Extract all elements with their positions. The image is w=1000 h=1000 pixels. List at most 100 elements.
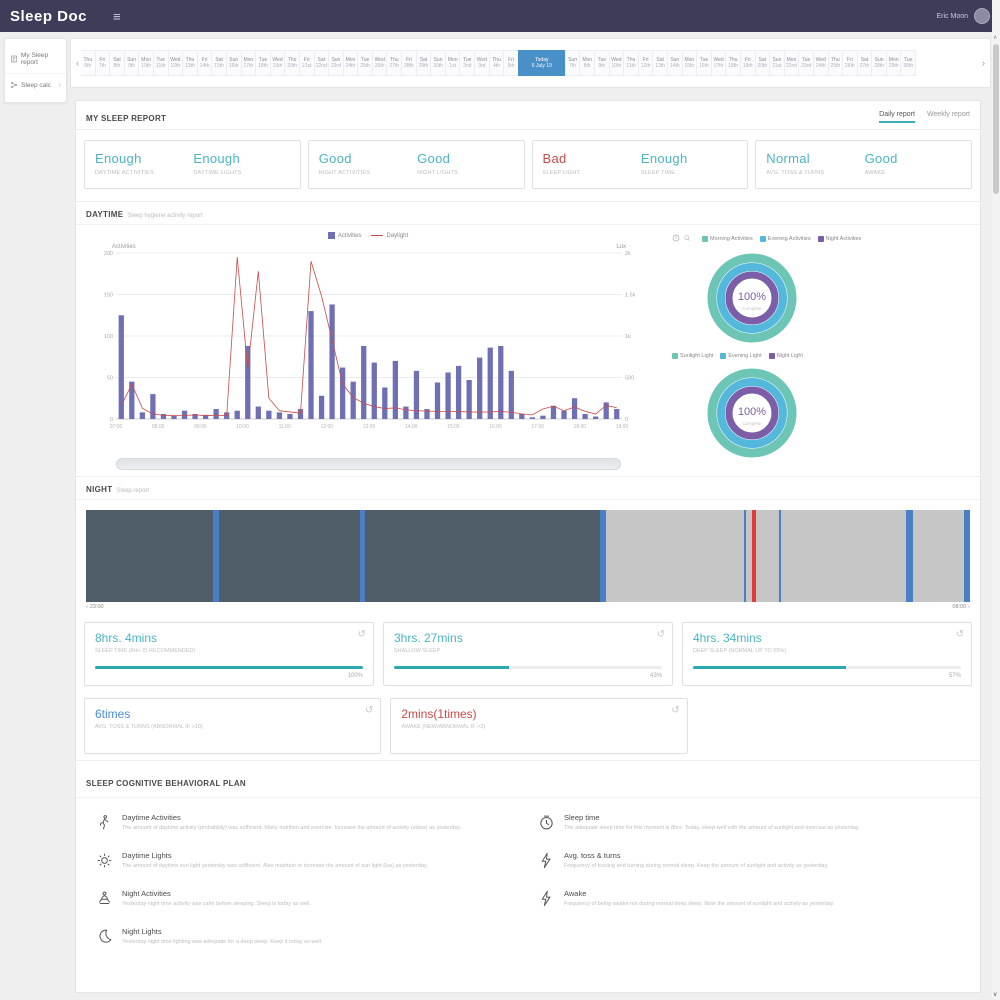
chevron-right-icon[interactable]: › [59,82,61,89]
date-cell[interactable]: Fri5th [503,50,519,76]
tab-weekly-report[interactable]: Weekly report [927,111,970,123]
date-cell[interactable]: Mon29th [886,50,902,76]
date-num: 24th [346,63,356,69]
date-cell[interactable]: Tue2nd [459,50,475,76]
date-cell[interactable]: Sat13th [652,50,668,76]
date-cell[interactable]: Mon1st [445,50,461,76]
legend-swatch-icon [702,236,708,242]
date-cell[interactable]: Fri14th [197,50,213,76]
plan-item-desc: Frequency of tossing and turning during … [564,863,828,870]
date-cell[interactable]: Sun30th [430,50,446,76]
plan-column-right: Sleep timeThe adequate sleep time for th… [528,804,970,956]
date-cell[interactable]: Thu4th [489,50,505,76]
date-cell[interactable]: Thu25th [828,50,844,76]
date-num: 1st [449,63,456,69]
date-cell[interactable]: Sun9th [124,50,140,76]
clock-icon [538,813,556,833]
svg-text:1.5k: 1.5k [625,293,636,299]
date-cell[interactable]: Wed3rd [474,50,490,76]
date-cell[interactable]: Fri21st [299,50,315,76]
calc-icon [10,81,18,89]
plan-item-daytime-lights: Daytime LightsThe amount of daytime sun … [86,842,528,880]
chart-range-slider[interactable] [116,458,621,470]
scroll-up-icon[interactable]: ∧ [993,34,997,41]
night-section: ‹ 23:00 08:00 › [76,500,980,616]
avatar[interactable] [974,8,990,24]
date-cell[interactable]: Sun23rd [328,50,344,76]
date-cell[interactable]: Mon15th [682,50,698,76]
date-cell[interactable]: Tue25th [357,50,373,76]
refresh-icon[interactable]: ↺ [358,629,366,640]
date-cell[interactable]: Mon24th [343,50,359,76]
date-cell[interactable]: Mon22nd [784,50,800,76]
refresh-icon[interactable]: ↺ [657,629,665,640]
date-cell[interactable]: Fri19th [740,50,756,76]
svg-text:150: 150 [104,293,113,299]
date-num: 7th [569,63,576,69]
date-cell[interactable]: Mon17th [241,50,257,76]
date-cell[interactable]: Sat8th [109,50,125,76]
date-cell[interactable]: Wed24th [813,50,829,76]
hamburger-menu-icon[interactable]: ≡ [113,9,121,24]
scroll-down-icon[interactable]: ∨ [993,991,997,998]
date-cell[interactable]: Tue16th [696,50,712,76]
date-cell[interactable]: Sat27th [857,50,873,76]
date-cell[interactable]: Fri26th [842,50,858,76]
date-cell[interactable]: Wed19th [270,50,286,76]
sidebar-item-sleep-calc[interactable]: Sleep calc› [5,73,66,96]
status-label: NIGHT LIGHTS [417,170,515,176]
legend-label: Sunlight Light [680,353,713,359]
sleep-timeline[interactable] [86,510,970,602]
date-cell[interactable]: Mon10th [138,50,154,76]
date-cell[interactable]: Tue9th [594,50,610,76]
date-cell[interactable]: Thu20th [284,50,300,76]
date-cell[interactable]: Wed26th [372,50,388,76]
date-cell[interactable]: Tue11th [153,50,169,76]
date-cell[interactable]: Sun28th [871,50,887,76]
refresh-icon[interactable]: ↺ [671,705,679,716]
tab-daily-report[interactable]: Daily report [879,111,915,123]
date-cell[interactable]: Fri28th [401,50,417,76]
date-cell[interactable]: Wed17th [711,50,727,76]
clock-icon[interactable] [672,234,680,244]
page-scrollbar[interactable]: ∧ ∨ [992,0,1000,1000]
date-cell[interactable]: Mon8th [579,50,595,76]
date-cell[interactable]: Thu27th [386,50,402,76]
date-cell[interactable]: Fri12th [638,50,654,76]
date-cell[interactable]: Sat15th [211,50,227,76]
date-cell[interactable]: Tue23rd [798,50,814,76]
date-next-icon[interactable]: › [980,58,987,68]
date-cell[interactable]: Sun16th [226,50,242,76]
date-cell[interactable]: Fri7th [95,50,111,76]
timeline-left-arrow-icon[interactable]: ‹ [86,604,88,610]
date-cell[interactable]: Thu13th [182,50,198,76]
sidebar-item-my-sleep-report[interactable]: My Sleep report [5,45,66,73]
date-cell[interactable]: Sun21st [769,50,785,76]
date-cell[interactable]: Tue18th [255,50,271,76]
date-cell[interactable]: Thu11th [623,50,639,76]
date-cell[interactable]: Thu6th [81,50,96,76]
date-cell[interactable]: Sat20th [755,50,771,76]
date-cell[interactable]: Wed10th [609,50,625,76]
date-cell[interactable]: Thu18th [725,50,741,76]
date-cell[interactable]: Sat22nd [314,50,330,76]
date-num: 5th [508,63,515,69]
zoom-icon[interactable] [683,234,691,244]
date-cell[interactable]: Wed12th [168,50,184,76]
refresh-icon[interactable]: ↺ [365,705,373,716]
date-cell[interactable]: Sun14th [667,50,683,76]
svg-text:Activities: Activities [112,244,136,250]
scrollbar-thumb[interactable] [993,44,999,194]
refresh-icon[interactable]: ↺ [956,629,964,640]
timeline-right-arrow-icon[interactable]: › [968,604,970,610]
date-cell[interactable]: Tue30th [900,50,916,76]
date-num: 7th [99,63,106,69]
daytime-title: DAYTIME [86,210,123,219]
status-item: NormalAVG. TOSS & TURNS [766,151,864,176]
date-num: 26th [375,63,385,69]
date-cell-today[interactable]: Today6 July 19 [518,50,566,76]
date-cell[interactable]: Sun7th [565,50,581,76]
metrics-row-1: ↺8hrs. 4minsSLEEP TIME (8H+ IS RECOMMEND… [76,616,980,692]
date-prev-icon[interactable]: ‹ [74,58,81,68]
date-cell[interactable]: Sat29th [416,50,432,76]
